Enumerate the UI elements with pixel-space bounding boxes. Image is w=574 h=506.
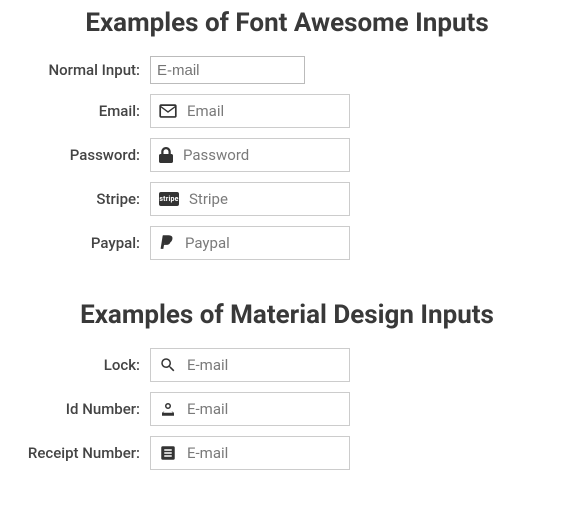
paypal-placeholder: Paypal — [185, 234, 341, 252]
search-icon — [159, 356, 177, 374]
label-normal: Normal Input: — [0, 61, 150, 79]
receipt-md-input[interactable]: E-mail — [150, 436, 350, 470]
id-md-placeholder: E-mail — [187, 400, 341, 418]
row-receipt-md: Receipt Number: E-mail — [0, 436, 574, 470]
password-input[interactable]: Password — [150, 138, 350, 172]
paypal-icon — [159, 234, 175, 252]
row-stripe: Stripe: stripe Stripe — [0, 182, 574, 216]
stripe-placeholder: Stripe — [189, 190, 341, 208]
person-outline-icon — [159, 400, 177, 418]
label-stripe: Stripe: — [0, 190, 150, 208]
paypal-input[interactable]: Paypal — [150, 226, 350, 260]
row-normal-input: Normal Input: — [0, 56, 574, 84]
stripe-input[interactable]: stripe Stripe — [150, 182, 350, 216]
section-title-md: Examples of Material Design Inputs — [0, 300, 574, 330]
row-id-md: Id Number: E-mail — [0, 392, 574, 426]
row-email: Email: Email — [0, 94, 574, 128]
row-paypal: Paypal: Paypal — [0, 226, 574, 260]
label-id-md: Id Number: — [0, 400, 150, 418]
receipt-icon — [159, 444, 177, 462]
label-lock-md: Lock: — [0, 356, 150, 374]
section-title-fa: Examples of Font Awesome Inputs — [0, 8, 574, 38]
stripe-icon: stripe — [159, 192, 179, 206]
lock-icon — [159, 147, 173, 163]
envelope-icon — [159, 104, 177, 118]
row-password: Password: Password — [0, 138, 574, 172]
label-email: Email: — [0, 102, 150, 120]
receipt-md-placeholder: E-mail — [187, 444, 341, 462]
email-placeholder: Email — [187, 102, 341, 120]
lock-md-placeholder: E-mail — [187, 356, 341, 374]
password-placeholder: Password — [183, 146, 341, 164]
row-lock-md: Lock: E-mail — [0, 348, 574, 382]
label-paypal: Paypal: — [0, 234, 150, 252]
email-input[interactable]: Email — [150, 94, 350, 128]
label-receipt-md: Receipt Number: — [0, 444, 150, 462]
label-password: Password: — [0, 146, 150, 164]
lock-md-input[interactable]: E-mail — [150, 348, 350, 382]
id-md-input[interactable]: E-mail — [150, 392, 350, 426]
normal-input[interactable] — [150, 56, 305, 84]
